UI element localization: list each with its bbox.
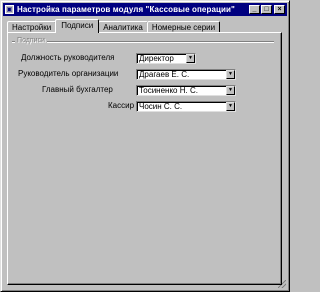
app-icon[interactable]: ▣ — [5, 5, 14, 14]
tab-panel-signatures — [7, 32, 282, 285]
close-button[interactable]: × — [274, 5, 285, 14]
minimize-button[interactable]: _ — [249, 5, 260, 14]
tab-strip: Настройки Подписи Аналитика Номерные сер… — [7, 19, 221, 33]
settings-window: ▣ Настройка параметров модуля "Кассовые … — [0, 0, 290, 292]
window-title: Настройка параметров модуля "Кассовые оп… — [17, 5, 235, 14]
title-bar[interactable]: ▣ Настройка параметров модуля "Кассовые … — [3, 3, 287, 16]
maximize-button[interactable]: □ — [261, 5, 272, 14]
tab-signatures[interactable]: Подписи — [55, 19, 100, 33]
